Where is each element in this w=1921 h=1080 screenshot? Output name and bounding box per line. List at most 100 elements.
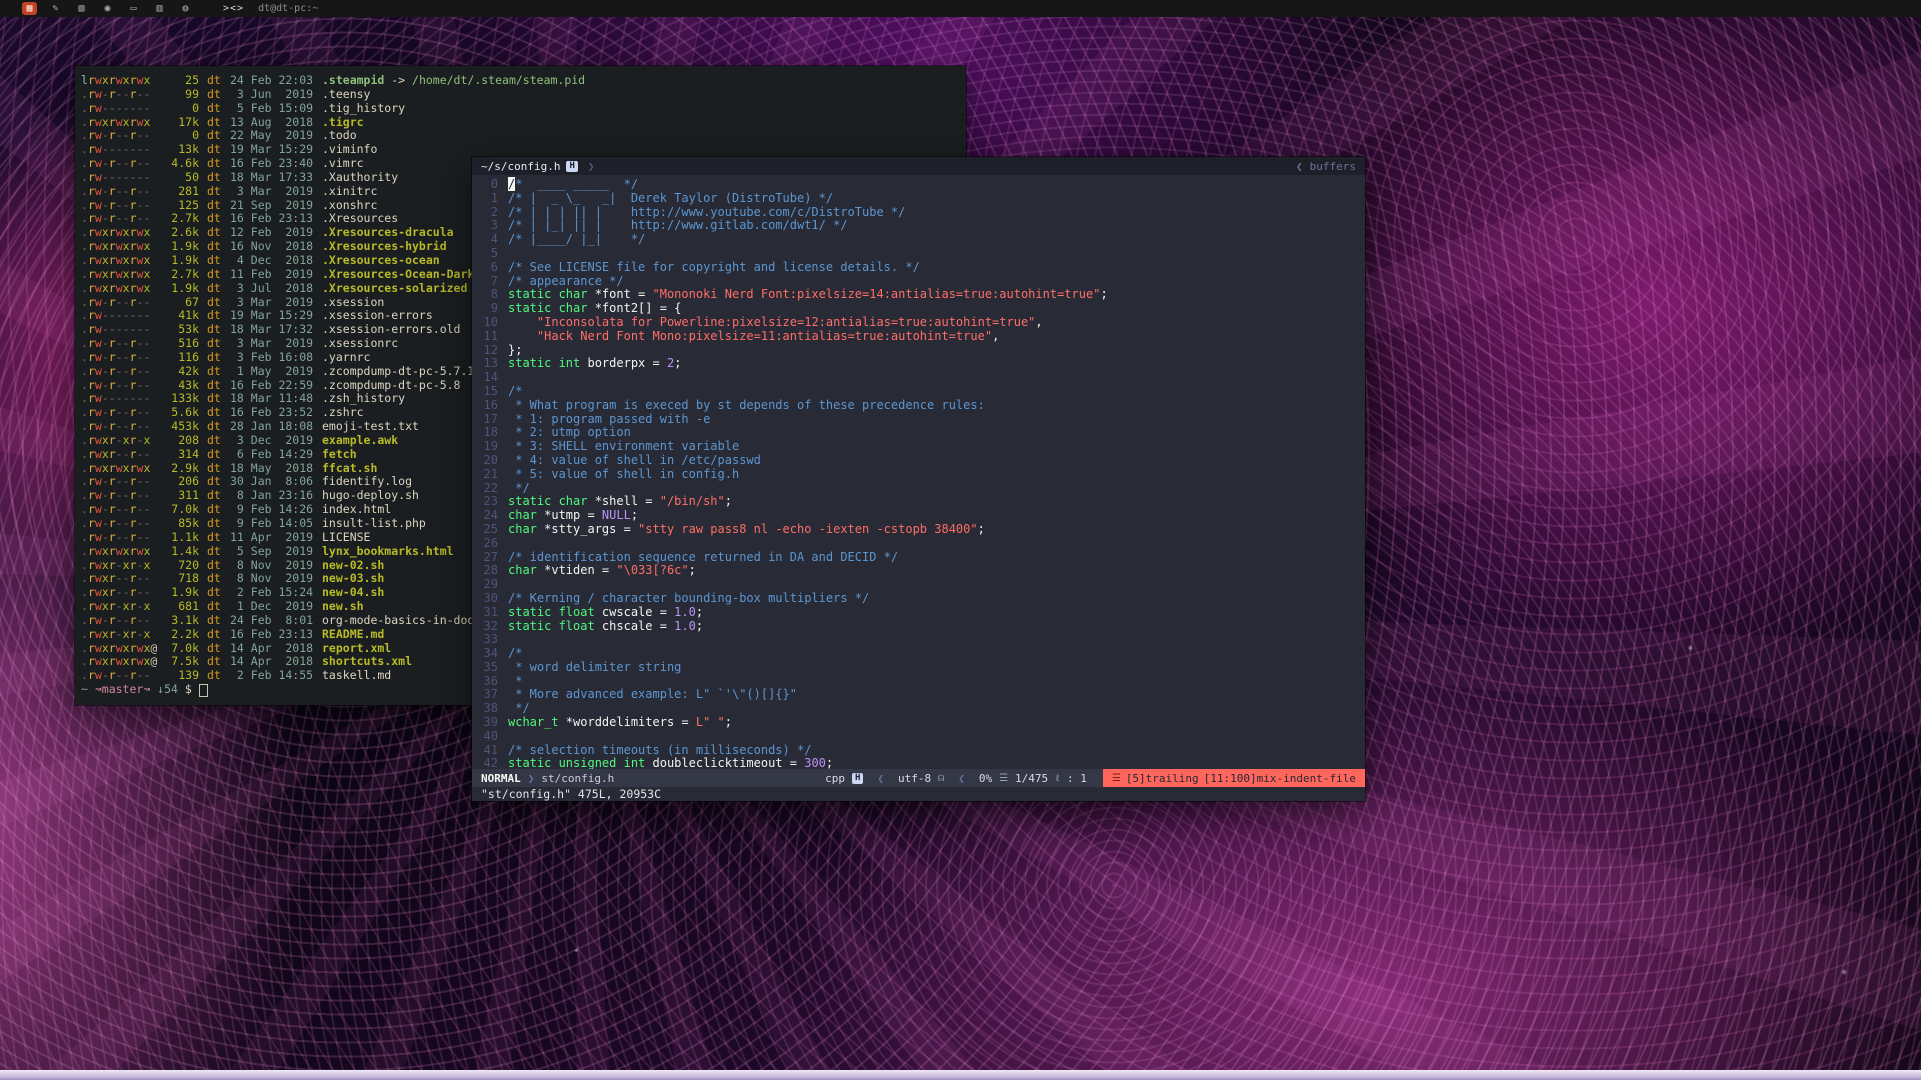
header-filetype-icon: H	[566, 161, 577, 172]
cursor-position: 1/475	[1015, 772, 1048, 785]
permissions: .rw-------	[81, 392, 157, 406]
permissions: .rwxrwxrwx	[81, 462, 157, 476]
permissions: .rw-r--r--	[81, 365, 157, 379]
list-icon: ☰	[999, 773, 1008, 784]
file-row: .rwxrwxrwx17kdt13 Aug 2018.tigrc	[81, 116, 960, 130]
file-row: .rw-------13kdt19 Mar 15:29.viminfo	[81, 143, 960, 157]
code-line: 38 */	[476, 702, 1365, 716]
code-line: 27/* identification sequence returned in…	[476, 551, 1365, 565]
permissions: .rw-r--r--	[81, 157, 157, 171]
tab-config-h[interactable]: ~/s/config.h H ❯	[481, 160, 595, 173]
separator-icon: ❮	[958, 772, 965, 785]
pencil-icon[interactable]: ✎	[48, 2, 63, 15]
code-line: 11 "Hack Nerd Font Mono:pixelsize=11:ant…	[476, 330, 1365, 344]
code-line: 26	[476, 537, 1365, 551]
code-line: 37 * More advanced example: L" `'\"()[]{…	[476, 688, 1365, 702]
permissions: .rwxr-xr-x	[81, 600, 157, 614]
permissions: .rw-r--r--	[81, 475, 157, 489]
permissions: .rw-r--r--	[81, 517, 157, 531]
topbar-icons: ▦ ✎ ▧ ◉ ▭ ▥ ◍	[22, 2, 193, 15]
permissions: .rwxr--r--	[81, 586, 157, 600]
line-icon: ℓ	[1055, 773, 1060, 784]
code-line: 25char *stty_args = "stty raw pass8 nl -…	[476, 523, 1365, 537]
permissions: .rw-r--r--	[81, 351, 157, 365]
buffers-tab[interactable]: ❮ buffers	[1296, 160, 1356, 173]
permissions: .rwxr-xr-x	[81, 628, 157, 642]
permissions: .rw-r--r--	[81, 406, 157, 420]
permissions: .rwxrwxrwx@	[81, 655, 157, 669]
code-line: 19 * 3: SHELL environment variable	[476, 440, 1365, 454]
permissions: .rw-r--r--	[81, 212, 157, 226]
permissions: lrwxrwxrwx	[81, 74, 157, 88]
permissions: .rw-r--r--	[81, 489, 157, 503]
vim-editor-window[interactable]: ~/s/config.h H ❯ ❮ buffers 0/* ____ ____…	[472, 157, 1365, 801]
permissions: .rw-r--r--	[81, 88, 157, 102]
permissions: .rwxr--r--	[81, 448, 157, 462]
code-line: 4/* |____/ |_| */	[476, 233, 1365, 247]
statusline-filename: st/config.h	[541, 772, 614, 785]
code-line: 22 */	[476, 482, 1365, 496]
permissions: .rw-r--r--	[81, 669, 157, 683]
code-area[interactable]: 0/* ____ _____ */1/* | _ \_ _| Derek Tay…	[472, 175, 1365, 769]
code-line: 34/*	[476, 647, 1365, 661]
code-line: 8static char *font = "Mononoki Nerd Font…	[476, 288, 1365, 302]
permissions: .rwxrwxrwx	[81, 240, 157, 254]
terminal-cursor	[199, 684, 208, 697]
code-line: 20 * 4: value of shell in /etc/passwd	[476, 454, 1365, 468]
permissions: .rw-r--r--	[81, 420, 157, 434]
permissions: .rw-------	[81, 171, 157, 185]
code-line: 36 *	[476, 675, 1365, 689]
code-line: 29	[476, 578, 1365, 592]
permissions: .rw-------	[81, 102, 157, 116]
filetype-icon: H	[852, 773, 863, 784]
code-line: 28char *vtiden = "\033[?6c";	[476, 564, 1365, 578]
code-line: 14	[476, 371, 1365, 385]
code-line: 3/* | |_| || | http://www.gitlab.com/dwt…	[476, 219, 1365, 233]
code-line: 6/* See LICENSE file for copyright and l…	[476, 261, 1365, 275]
lint-mixed-indent: [11:100]mix-indent-file	[1204, 772, 1356, 785]
camera-icon[interactable]: ◉	[100, 2, 115, 15]
cursor-column: : 1	[1067, 772, 1087, 785]
shell-prompt: ~ ↝master↝ ↓54 $	[81, 683, 199, 697]
bottom-edge-strip	[0, 1070, 1921, 1080]
code-line: 42static unsigned int doubleclicktimeout…	[476, 757, 1365, 769]
code-line: 17 * 1: program passed with -e	[476, 413, 1365, 427]
image-icon[interactable]: ▧	[74, 2, 89, 15]
encoding-label: utf-8	[898, 772, 931, 785]
permissions: .rw-r--r--	[81, 503, 157, 517]
permissions: .rw-r--r--	[81, 614, 157, 628]
code-line: 1/* | _ \_ _| Derek Taylor (DistroTube) …	[476, 192, 1365, 206]
code-line: 32static float chscale = 1.0;	[476, 620, 1365, 634]
circle-icon[interactable]: ◍	[178, 2, 193, 15]
file-row: lrwxrwxrwx25dt24 Feb 22:03.steampid -> /…	[81, 74, 960, 88]
buffers-separator-icon: ❮	[1296, 160, 1303, 173]
code-line: 2/* | | | || | http://www.youtube.com/c/…	[476, 206, 1365, 220]
filetype-label: cpp	[825, 772, 845, 785]
permissions: .rw-r--r--	[81, 531, 157, 545]
code-line: 5	[476, 247, 1365, 261]
code-line: 15/*	[476, 385, 1365, 399]
separator-icon: ❯	[528, 772, 535, 785]
encoding-icon: ☊	[938, 773, 944, 784]
permissions: .rw-r--r--	[81, 129, 157, 143]
permissions: .rwxr-xr-x	[81, 559, 157, 573]
permissions: .rwxrwxrwx@	[81, 642, 157, 656]
code-line: 31static float cwscale = 1.0;	[476, 606, 1365, 620]
file-row: .rw-------0dt 5 Feb 15:09.tig_history	[81, 102, 960, 116]
code-line: 40	[476, 730, 1365, 744]
code-line: 0/* ____ _____ */	[476, 178, 1365, 192]
code-line: 35 * word delimiter string	[476, 661, 1365, 675]
monitor-icon[interactable]: ▭	[126, 2, 141, 15]
fish-shell-glyph: ><>	[223, 3, 244, 14]
code-line: 16 * What program is execed by st depend…	[476, 399, 1365, 413]
code-line: 10 "Inconsolata for Powerline:pixelsize=…	[476, 316, 1365, 330]
mode-indicator: NORMAL	[481, 772, 521, 785]
file-row: .rw-r--r--0dt22 May 2019.todo	[81, 129, 960, 143]
folder-icon[interactable]: ▥	[152, 2, 167, 15]
tabline: ~/s/config.h H ❯ ❮ buffers	[472, 157, 1365, 175]
code-line: 13static int borderpx = 2;	[476, 357, 1365, 371]
permissions: .rwxrwxrwx	[81, 226, 157, 240]
apps-grid-icon[interactable]: ▦	[22, 2, 37, 15]
separator-icon: ❮	[877, 772, 884, 785]
lint-status: ☰ [5]trailing [11:100]mix-indent-file	[1103, 769, 1365, 787]
